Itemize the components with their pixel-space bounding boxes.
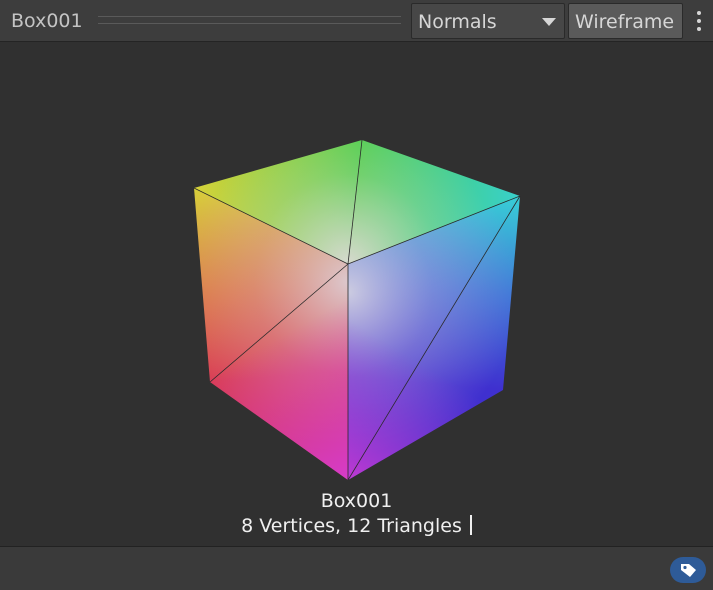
chevron-down-icon — [542, 18, 556, 26]
wireframe-toggle[interactable]: Wireframe — [568, 3, 683, 39]
mesh-stats-line: 8 Vertices, 12 Triangles — [0, 514, 713, 539]
object-title: Box001 — [11, 10, 83, 32]
cube-preview[interactable] — [0, 42, 713, 546]
mesh-stats-label: 8 Vertices, 12 Triangles — [241, 515, 462, 537]
mesh-preview-window: Box001 Normals Wireframe Box001 8 Vertic… — [0, 0, 713, 590]
vertical-ellipsis-icon[interactable] — [688, 6, 710, 36]
mesh-viewport[interactable]: Box001 8 Vertices, 12 Triangles — [0, 42, 713, 546]
shading-mode-dropdown[interactable]: Normals — [411, 3, 565, 39]
shading-mode-label: Normals — [418, 11, 497, 33]
text-caret — [469, 515, 472, 535]
wireframe-label: Wireframe — [575, 11, 675, 33]
preview-toolbar: Box001 Normals Wireframe — [0, 0, 713, 42]
drag-handle[interactable] — [98, 16, 401, 24]
tag-icon[interactable] — [670, 557, 706, 583]
preview-footer — [0, 546, 713, 590]
mesh-info: Box001 8 Vertices, 12 Triangles — [0, 489, 713, 539]
object-name-label: Box001 — [320, 490, 393, 512]
